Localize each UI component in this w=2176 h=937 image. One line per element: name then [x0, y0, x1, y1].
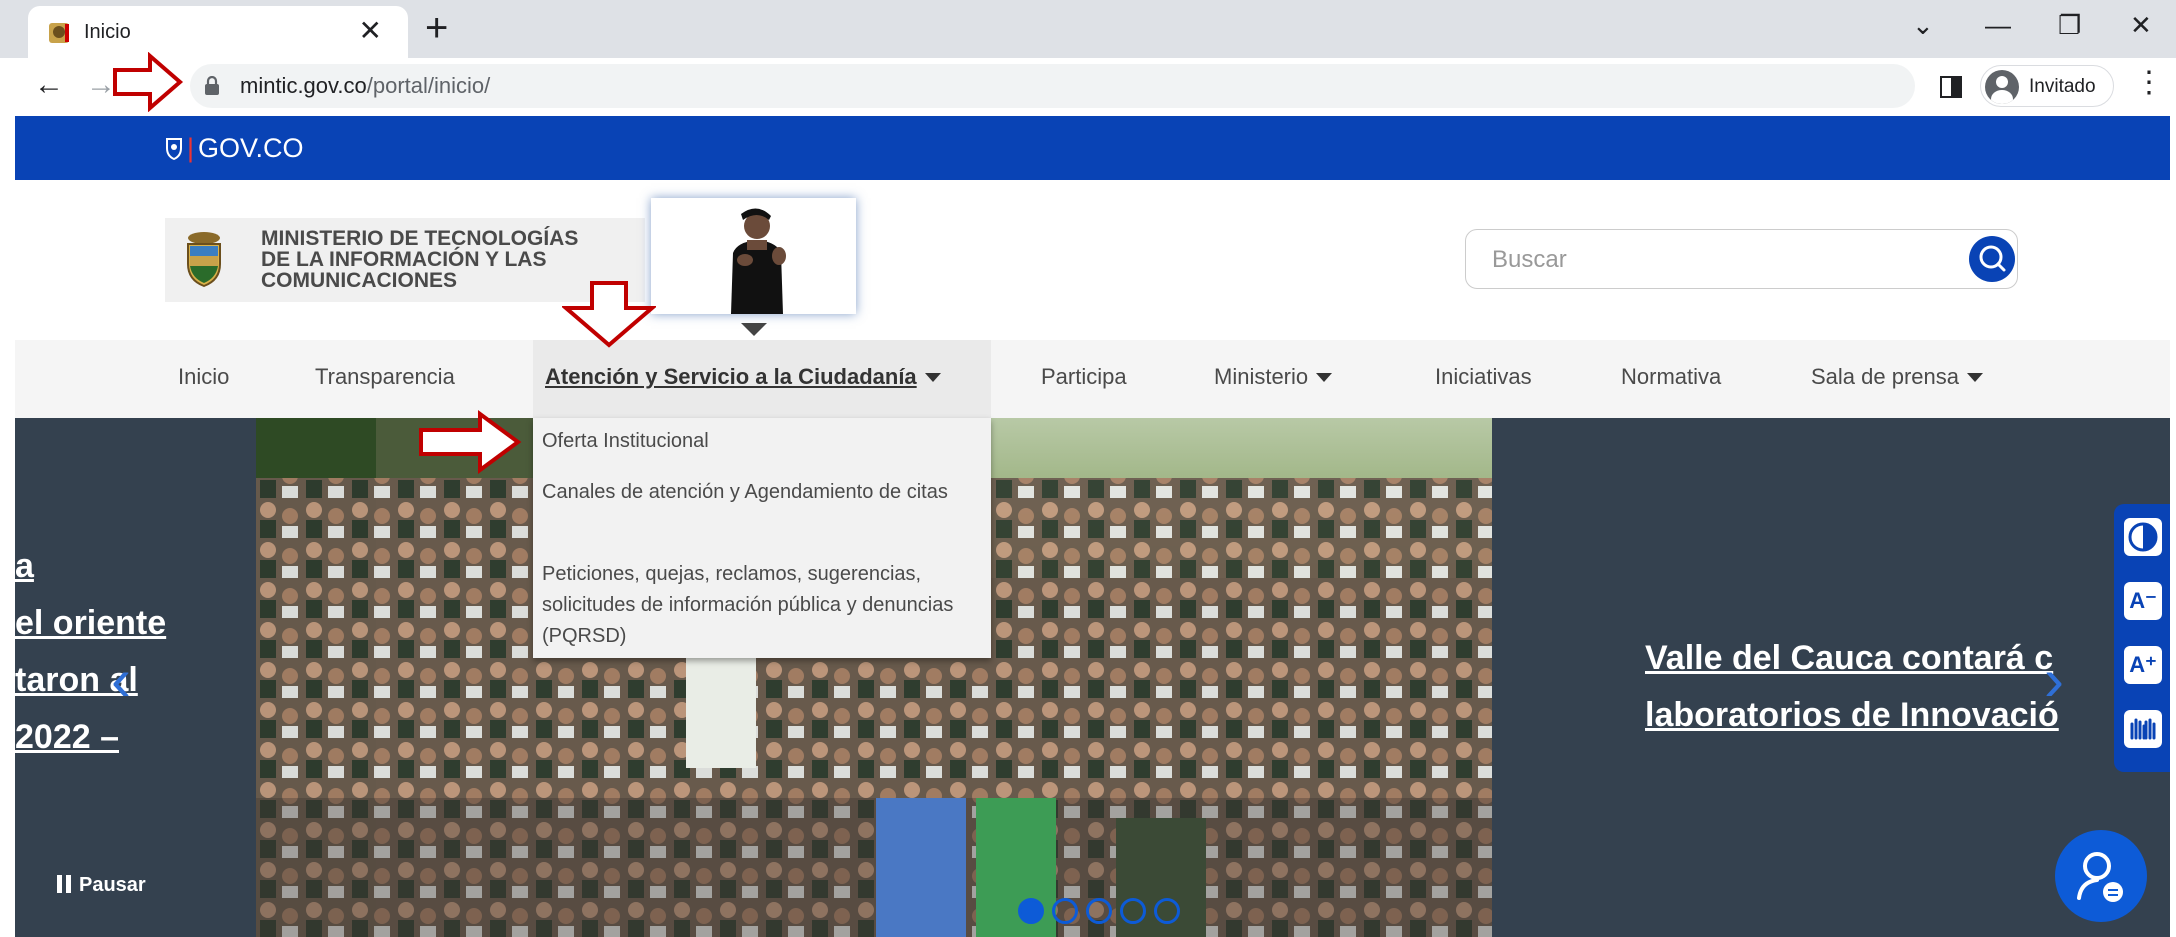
search-icon [1979, 245, 2006, 272]
chevron-down-icon [924, 373, 941, 382]
lock-icon [205, 76, 219, 95]
search-input[interactable]: Buscar [1492, 246, 1567, 274]
carousel-prev-icon[interactable]: ‹ [111, 650, 131, 710]
nav-item-sala-de-prensa[interactable]: Sala de prensa [1811, 364, 1983, 390]
tab-search-icon[interactable]: ⌄ [1912, 10, 1934, 40]
carousel-dot[interactable] [1018, 898, 1044, 924]
tab-inicio[interactable]: Inicio ✕ [28, 6, 408, 58]
video-toggle-arrow-icon[interactable] [741, 323, 767, 336]
nav-item-normativa[interactable]: Normativa [1621, 364, 1721, 390]
carousel-dot[interactable] [1120, 898, 1146, 924]
nav-item-atencion[interactable]: Atención y Servicio a la Ciudadanía [545, 364, 941, 390]
carousel-dot[interactable] [1086, 898, 1112, 924]
search-button[interactable] [1969, 236, 2015, 282]
interpreter-image [651, 198, 856, 314]
next-slide-headline[interactable]: Valle del Cauca contará c laboratorios d… [1645, 630, 2059, 744]
news-carousel: a el oriente taron al 2022 – Valle del C… [15, 418, 2170, 937]
sign-language-video[interactable] [651, 198, 856, 314]
browser-toolbar: ← → mintic.gov.co/portal/inicio/ Invitad… [0, 58, 2176, 116]
annotation-arrow-address-icon [113, 52, 184, 112]
carousel-next-icon[interactable]: › [2044, 650, 2064, 710]
chevron-down-icon [1316, 373, 1333, 382]
pause-icon [57, 875, 71, 893]
nav-item-inicio[interactable]: Inicio [178, 364, 229, 390]
menu-item-pqrsd[interactable]: Peticiones, quejas, reclamos, sugerencia… [542, 559, 982, 652]
nav-item-transparencia[interactable]: Transparencia [315, 364, 455, 390]
search-box[interactable]: Buscar [1465, 229, 2018, 289]
menu-kebab-icon[interactable]: ⋮ [2134, 68, 2164, 98]
colombia-coat-of-arms-icon [187, 232, 221, 288]
restore-button[interactable]: ❐ [2058, 10, 2081, 40]
new-tab-button[interactable]: + [425, 8, 448, 48]
coat-of-arms-icon [166, 138, 182, 160]
side-panel-icon[interactable] [1940, 76, 1962, 98]
sign-language-icon[interactable] [2124, 710, 2162, 748]
avatar-icon [1985, 70, 2019, 104]
decrease-font-icon[interactable]: A⁻ [2124, 582, 2162, 620]
chevron-down-icon [1967, 373, 1983, 382]
previous-slide-headline[interactable]: a el oriente taron al 2022 – [15, 538, 166, 766]
menu-item-oferta-institucional[interactable]: Oferta Institucional [542, 426, 982, 457]
carousel-dot[interactable] [1052, 898, 1078, 924]
pause-button[interactable]: Pausar [57, 874, 146, 897]
accessibility-bar: A⁻ A⁺ [2114, 504, 2170, 772]
gov-co-logo[interactable]: | GOV.CO [165, 133, 304, 164]
annotation-arrow-nav-icon [562, 281, 656, 348]
web-page: | GOV.CO MINISTERIO DE TECNOLOGÍAS DE LA … [15, 116, 2170, 937]
minimize-button[interactable]: — [1985, 10, 2011, 40]
tab-strip: Inicio ✕ + ⌄ — ❐ ✕ [0, 0, 2176, 58]
annotation-arrow-menu-icon [419, 410, 522, 474]
nav-item-participa[interactable]: Participa [1041, 364, 1127, 390]
favicon-icon [49, 23, 69, 43]
tab-title: Inicio [84, 21, 131, 43]
address-bar[interactable]: mintic.gov.co/portal/inicio/ [190, 64, 1915, 108]
url-text: mintic.gov.co/portal/inicio/ [240, 73, 491, 98]
carousel-dot[interactable] [1154, 898, 1180, 924]
profile-button[interactable]: Invitado [1980, 65, 2114, 107]
menu-item-canales-de-atencion[interactable]: Canales de atención y Agendamiento de ci… [542, 477, 982, 508]
contrast-icon[interactable] [2124, 518, 2162, 556]
gov-bar: | GOV.CO [15, 116, 2170, 180]
profile-label: Invitado [2029, 76, 2096, 97]
nav-item-ministerio[interactable]: Ministerio [1214, 364, 1333, 390]
carousel-dots [1018, 898, 1188, 929]
close-tab-icon[interactable]: ✕ [359, 16, 382, 46]
assistant-icon [2077, 852, 2123, 902]
close-window-button[interactable]: ✕ [2130, 10, 2152, 40]
nav-item-iniciativas[interactable]: Iniciativas [1435, 364, 1532, 390]
back-arrow-icon[interactable]: ← [34, 70, 64, 100]
increase-font-icon[interactable]: A⁺ [2124, 646, 2162, 684]
atencion-dropdown-menu: Oferta Institucional Canales de atención… [533, 418, 991, 658]
chat-assistant-button[interactable] [2055, 830, 2147, 922]
